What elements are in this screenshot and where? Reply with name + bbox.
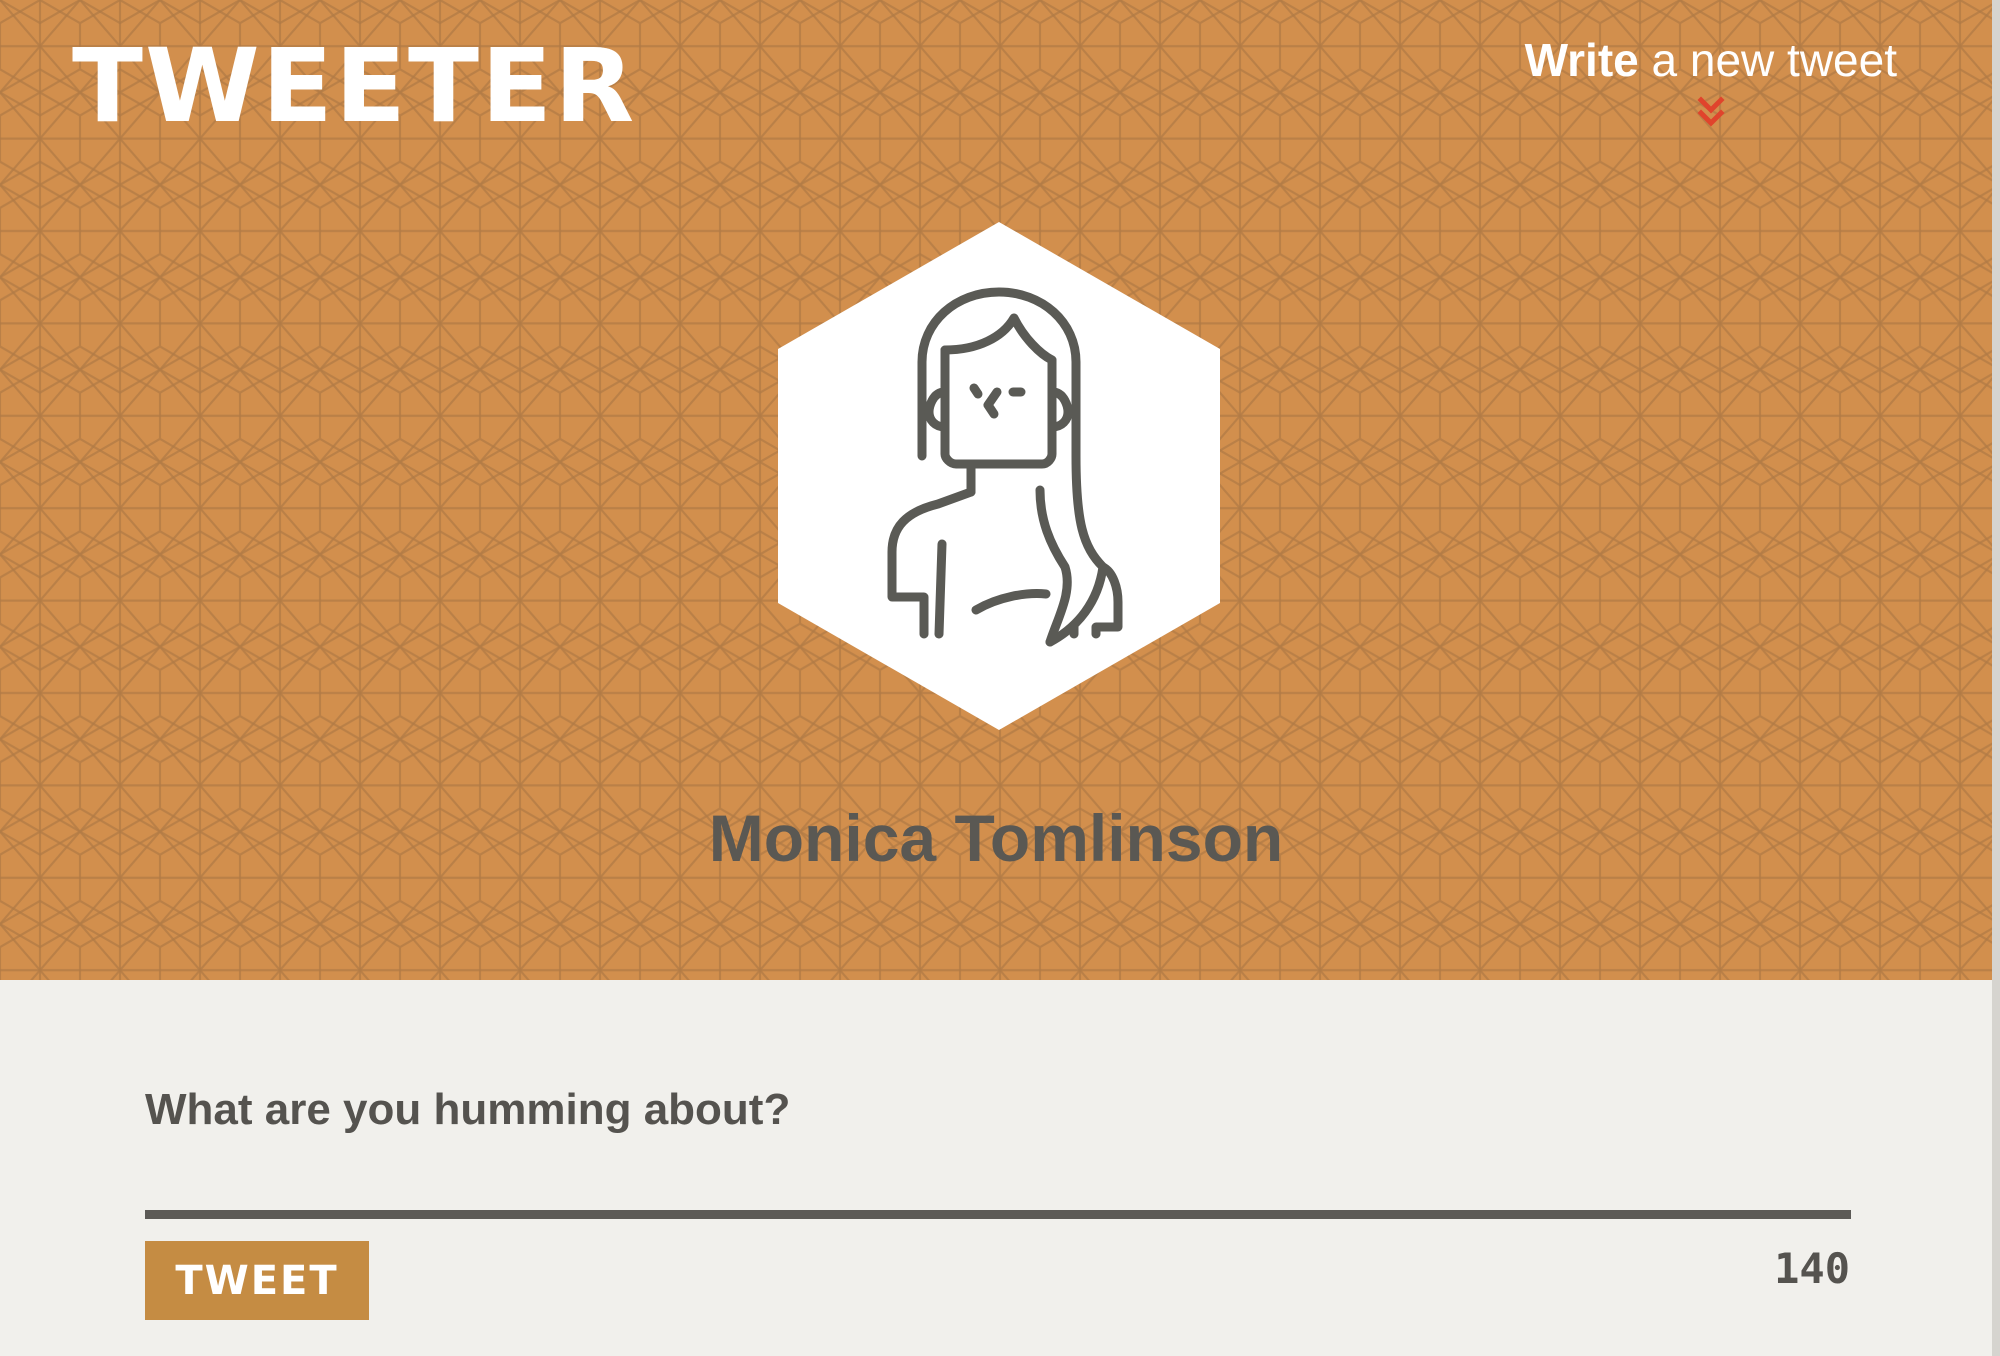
tweet-button[interactable]: TWEET: [145, 1241, 369, 1320]
page: TWEETER Write a new tweet Monica Tomlins…: [0, 0, 2000, 1356]
character-counter: 140: [1774, 1244, 1850, 1293]
tweet-input[interactable]: [145, 1078, 1851, 1142]
app-logo[interactable]: TWEETER: [72, 36, 636, 138]
write-strong-text: Write: [1524, 34, 1639, 86]
user-name: Monica Tomlinson: [708, 801, 1284, 875]
write-rest-text: a new tweet: [1638, 34, 1898, 86]
woman-avatar-icon: [778, 222, 1220, 730]
profile-header: TWEETER Write a new tweet Monica Tomlins…: [0, 0, 1992, 980]
input-underline: [145, 1210, 1851, 1219]
write-new-tweet-link[interactable]: Write a new tweet: [1525, 32, 1897, 130]
double-chevron-down-icon[interactable]: [1696, 96, 1726, 130]
write-new-tweet-label: Write a new tweet: [1525, 32, 1897, 88]
scroll-edge: [1992, 0, 2000, 1356]
